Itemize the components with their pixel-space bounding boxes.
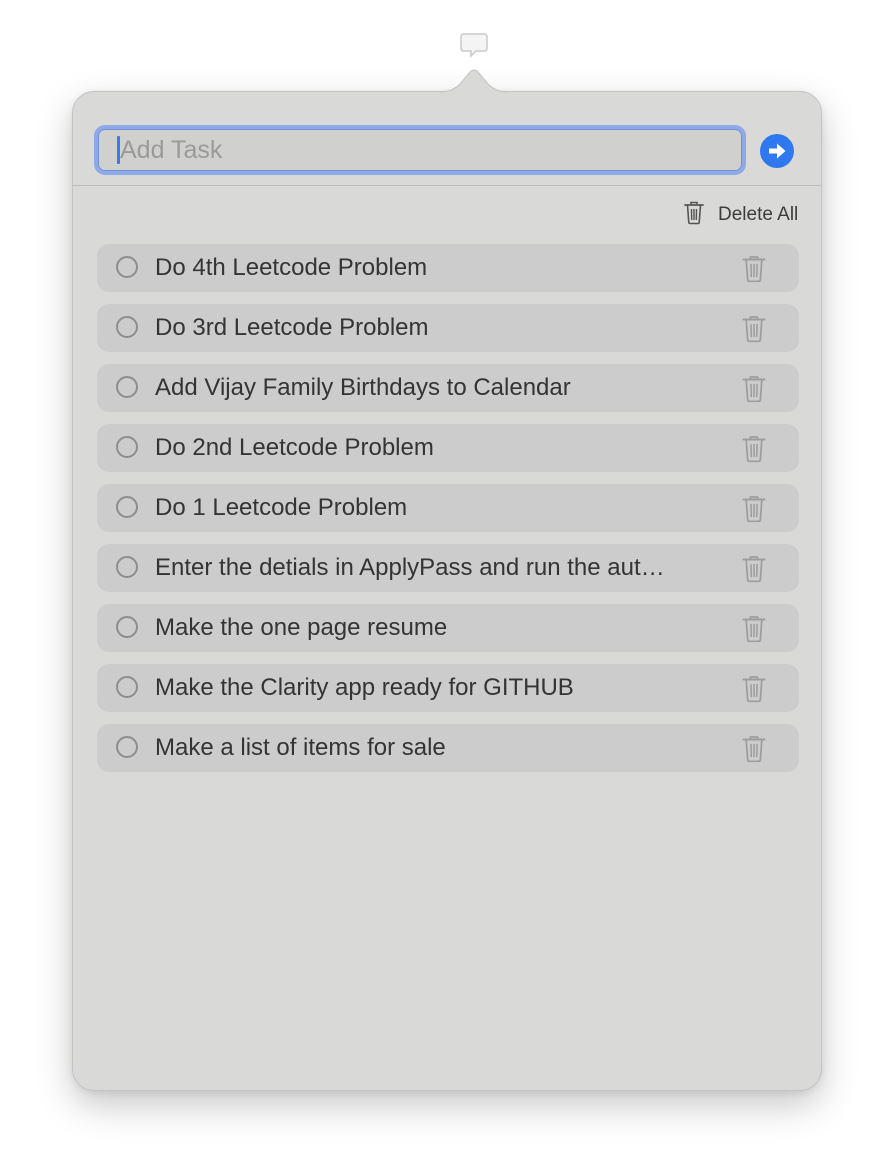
task-row: Add Vijay Family Birthdays to Calendar — [97, 364, 799, 412]
add-task-bar — [73, 92, 821, 186]
task-popover: Delete All Do 4th Leetcode Problem Do 3r… — [72, 91, 822, 1091]
text-caret — [117, 136, 120, 164]
task-delete-button[interactable] — [741, 315, 767, 343]
task-complete-checkbox[interactable] — [116, 436, 138, 458]
task-row: Make the one page resume — [97, 604, 799, 652]
task-list: Do 4th Leetcode Problem Do 3rd Leetcode … — [97, 244, 799, 784]
task-row: Do 1 Leetcode Problem — [97, 484, 799, 532]
trash-icon — [742, 556, 766, 583]
trash-icon — [742, 316, 766, 343]
task-row: Do 2nd Leetcode Problem — [97, 424, 799, 472]
trash-icon — [742, 616, 766, 643]
task-delete-button[interactable] — [741, 735, 767, 763]
trash-icon — [742, 256, 766, 283]
task-title: Make the Clarity app ready for GITHUB — [155, 674, 574, 701]
task-title: Do 2nd Leetcode Problem — [155, 434, 434, 461]
task-row: Enter the detials in ApplyPass and run t… — [97, 544, 799, 592]
task-complete-checkbox[interactable] — [116, 256, 138, 278]
delete-all-label: Delete All — [718, 204, 799, 225]
trash-icon — [742, 376, 766, 403]
task-complete-checkbox[interactable] — [116, 316, 138, 338]
task-complete-checkbox[interactable] — [116, 496, 138, 518]
task-complete-checkbox[interactable] — [116, 676, 138, 698]
add-task-input[interactable] — [98, 129, 742, 171]
stage: Delete All Do 4th Leetcode Problem Do 3r… — [0, 0, 894, 1172]
popover-arrow — [440, 69, 508, 94]
task-complete-checkbox[interactable] — [116, 376, 138, 398]
task-row: Do 4th Leetcode Problem — [97, 244, 799, 292]
task-complete-checkbox[interactable] — [116, 736, 138, 758]
task-delete-button[interactable] — [741, 375, 767, 403]
task-delete-button[interactable] — [741, 555, 767, 583]
task-delete-button[interactable] — [741, 615, 767, 643]
trash-icon — [742, 496, 766, 523]
task-title: Do 3rd Leetcode Problem — [155, 314, 429, 341]
task-complete-checkbox[interactable] — [116, 616, 138, 638]
arrow-right-circle-icon — [769, 143, 786, 159]
add-task-button[interactable] — [760, 134, 794, 168]
trash-icon — [742, 676, 766, 703]
task-title: Make the one page resume — [155, 614, 448, 641]
delete-all-button[interactable]: Delete All — [684, 201, 798, 229]
task-row: Make the Clarity app ready for GITHUB — [97, 664, 799, 712]
task-title: Enter the detials in ApplyPass and run t… — [155, 554, 665, 581]
speech-bubble-icon[interactable] — [458, 30, 490, 60]
task-delete-button[interactable] — [741, 495, 767, 523]
task-delete-button[interactable] — [741, 255, 767, 283]
task-complete-checkbox[interactable] — [116, 556, 138, 578]
task-title: Add Vijay Family Birthdays to Calendar — [155, 374, 571, 401]
task-title: Do 1 Leetcode Problem — [155, 494, 408, 521]
task-row: Do 3rd Leetcode Problem — [97, 304, 799, 352]
add-task-field-wrapper — [94, 125, 746, 175]
task-delete-button[interactable] — [741, 675, 767, 703]
trash-icon — [684, 201, 704, 230]
task-title: Do 4th Leetcode Problem — [155, 254, 428, 281]
task-delete-button[interactable] — [741, 435, 767, 463]
trash-icon — [742, 436, 766, 463]
trash-icon — [742, 736, 766, 763]
task-row: Make a list of items for sale — [97, 724, 799, 772]
task-title: Make a list of items for sale — [155, 734, 446, 761]
